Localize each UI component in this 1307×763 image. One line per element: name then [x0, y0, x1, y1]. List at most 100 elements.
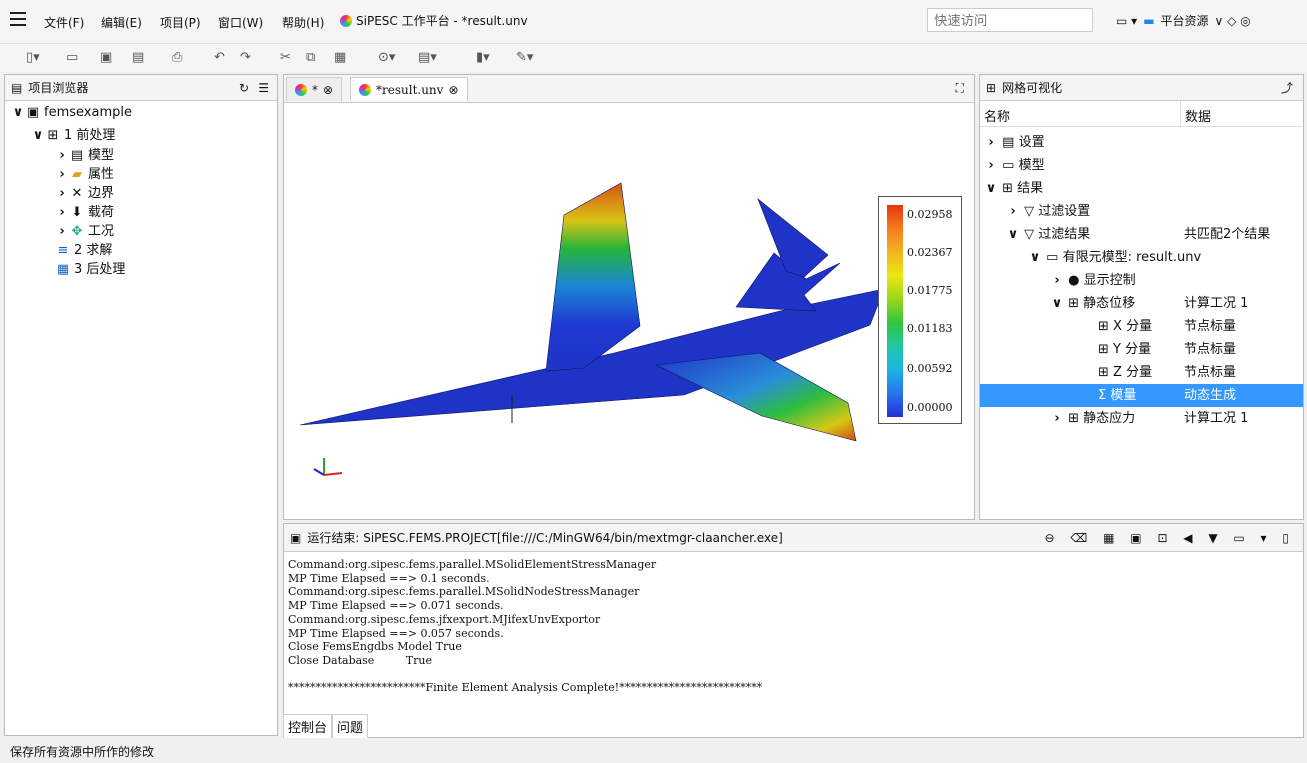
menu-file[interactable]: 文件(F) — [44, 14, 84, 31]
result-viewport[interactable] — [284, 103, 974, 519]
tree-row-model[interactable]: › ▭ 模型 — [980, 154, 1303, 177]
new-icon[interactable]: ▯▾ — [26, 50, 40, 65]
console-panel: ▣ 运行结束: SiPESC.FEMS.PROJECT[file:///C:/M… — [283, 523, 1304, 738]
axis-z — [313, 468, 325, 476]
left-wing — [545, 182, 641, 372]
app-title: SiPESC 工作平台 - *result.unv — [340, 12, 528, 29]
column-data-header[interactable]: 数据 — [1180, 101, 1215, 127]
tree-row-filter-results[interactable]: ∨ ▽ 过滤结果 共匹配2个结果 — [980, 223, 1303, 246]
legend-label: 0.02958 — [907, 208, 953, 221]
open-icon[interactable]: ▭ — [66, 50, 78, 65]
tab-console[interactable]: 控制台 — [283, 714, 333, 739]
menu-project[interactable]: 项目(P) — [160, 14, 201, 31]
color-legend: 0.02958 0.02367 0.01775 0.01183 0.00592 … — [878, 196, 962, 424]
tree-item-solve[interactable]: ≡ 2 求解 — [55, 239, 113, 258]
mesh-viz-header: ⊞ 网格可视化 ⤴ — [980, 75, 1303, 101]
status-text: 保存所有资源中所作的修改 — [10, 745, 155, 759]
mesh-viz-columns: 名称 数据 — [980, 101, 1303, 127]
undo-icon[interactable]: ↶ — [214, 50, 225, 65]
project-browser-icon: ▤ — [11, 80, 23, 95]
right-wing — [654, 352, 857, 442]
collapse-all-icon[interactable]: ☰ — [258, 81, 269, 95]
list-icon: ≡ — [57, 243, 69, 258]
paste-icon[interactable]: ▦ — [334, 50, 346, 65]
boundary-icon: ✕ — [71, 186, 83, 201]
tree-item-load[interactable]: › ⬇ 载荷 — [55, 201, 114, 220]
tree-item-case[interactable]: › ✥ 工况 — [55, 220, 114, 239]
console-output: Command:org.sipesc.fems.parallel.MSolidE… — [288, 558, 763, 695]
perspective-switcher[interactable]: ▭ ▾ ▬ 平台资源 ∨ ◇ ◎ — [1116, 12, 1251, 29]
app-title-text: SiPESC 工作平台 - *result.unv — [356, 14, 528, 28]
tab-problems[interactable]: 问题 — [332, 714, 369, 739]
sync-icon[interactable]: ↻ — [239, 81, 249, 95]
console-toolbar-icons[interactable]: ⊖ ⌫ ▦ ▣ ⊡ ◀ ▼ ▭ ▾ ▯ — [1044, 531, 1295, 545]
run-icon[interactable]: ⊙▾ — [378, 50, 395, 65]
perspective-label[interactable]: 平台资源 — [1161, 12, 1209, 29]
project-icon: ▣ — [26, 105, 40, 120]
tree-row-static-stress[interactable]: › ⊞ 静态应力 计算工况 1 — [980, 407, 1303, 430]
editor-panel: * ⊗ *result.unv ⊗ ⛶ — [283, 74, 975, 520]
tree-item-root[interactable]: ∨ ▣ femsexample — [11, 105, 132, 120]
project-browser-header: ▤ 项目浏览器 ↻ ☰ — [5, 75, 277, 101]
close-icon[interactable]: ⊗ — [448, 83, 458, 97]
folder-icon: ▬ — [1143, 13, 1155, 28]
tree-row-x-component[interactable]: ⊞ X 分量 节点标量 — [980, 315, 1303, 338]
tree-row-magnitude[interactable]: Σ 模量 动态生成 — [980, 384, 1303, 407]
project-browser-title: 项目浏览器 — [28, 81, 89, 95]
tree-row-settings[interactable]: › ▤ 设置 — [980, 131, 1303, 154]
print-icon[interactable]: ⎙ — [172, 50, 182, 65]
tree-item-pre[interactable]: ∨ ⊞ 1 前处理 — [31, 124, 116, 143]
console-header: ▣ 运行结束: SiPESC.FEMS.PROJECT[file:///C:/M… — [284, 524, 1303, 552]
legend-label: 0.01183 — [907, 322, 953, 335]
hamburger-menu-icon[interactable] — [10, 12, 26, 26]
tree-item-boundary[interactable]: › ✕ 边界 — [55, 182, 114, 201]
mesh-viz-icon: ⊞ — [986, 80, 997, 95]
tree-row-static-displacement[interactable]: ∨ ⊞ 静态位移 计算工况 1 — [980, 292, 1303, 315]
tree-item-post[interactable]: ▦ 3 后处理 — [55, 258, 126, 277]
cut-icon[interactable]: ✂ — [280, 50, 291, 65]
toolbar: ▯▾ ▭ ▣ ▤ ⎙ ↶ ↷ ✂ ⧉ ▦ ⊙▾ ▤▾ ▮▾ ✎▾ — [0, 44, 1307, 72]
doc-icon[interactable]: ▮▾ — [476, 50, 490, 65]
tree-item-model[interactable]: › ▤ 模型 — [55, 144, 114, 163]
menu-edit[interactable]: 编辑(E) — [101, 14, 142, 31]
redo-icon[interactable]: ↷ — [240, 50, 251, 65]
quick-access-input[interactable] — [927, 8, 1093, 32]
tree-row-display-control[interactable]: › ● 显示控制 — [980, 269, 1303, 292]
app-logo-icon — [340, 14, 352, 27]
close-icon[interactable]: ⊗ — [323, 83, 333, 97]
legend-colorbar — [887, 205, 903, 417]
console-icon: ▣ — [290, 530, 302, 545]
tree-item-property[interactable]: › ▰ 属性 — [55, 163, 114, 182]
tree-row-fem-model[interactable]: ∨ ▭ 有限元模型: result.unv — [980, 246, 1303, 269]
tree-row-y-component[interactable]: ⊞ Y 分量 节点标量 — [980, 338, 1303, 361]
chevron-down-icon[interactable]: ∨ ◇ ◎ — [1215, 14, 1251, 28]
column-name-header[interactable]: 名称 — [984, 106, 1010, 125]
save-icon[interactable]: ▣ — [100, 50, 112, 65]
legend-label: 0.02367 — [907, 246, 953, 259]
menu-window[interactable]: 窗口(W) — [218, 14, 263, 31]
mesh-icon: ⊞ — [47, 128, 59, 143]
console-tabs: 控制台 问题 — [283, 714, 369, 739]
tree-row-filter-settings[interactable]: › ▽ 过滤设置 — [980, 200, 1303, 223]
axis-x — [323, 472, 343, 476]
view-icon[interactable]: ▤▾ — [418, 50, 437, 65]
maximize-icon[interactable]: ⛶ — [956, 81, 964, 96]
project-browser-panel: ▤ 项目浏览器 ↻ ☰ ∨ ▣ femsexample ∨ ⊞ 1 前处理 › ▤ 模型 ›… — [4, 74, 278, 736]
property-icon: ▰ — [72, 167, 82, 182]
model-icon: ▤ — [70, 148, 84, 163]
pin-icon[interactable]: ⤴ — [1281, 79, 1293, 96]
case-icon: ✥ — [71, 224, 83, 239]
post-icon: ▦ — [56, 262, 70, 277]
load-arrow-icon: ⬇ — [71, 205, 83, 220]
tab-result[interactable]: *result.unv ⊗ — [350, 77, 468, 101]
menu-bar: 文件(F) 编辑(E) 项目(P) 窗口(W) 帮助(H) SiPESC 工作平… — [0, 0, 1307, 44]
tree-row-results[interactable]: ∨ ⊞ 结果 — [980, 177, 1303, 200]
tab-unnamed[interactable]: * ⊗ — [286, 77, 343, 101]
copy-icon[interactable]: ⧉ — [306, 50, 315, 65]
legend-label: 0.00000 — [907, 401, 953, 414]
tool-icon[interactable]: ✎▾ — [516, 50, 533, 65]
menu-help[interactable]: 帮助(H) — [282, 14, 324, 31]
window-icon[interactable]: ▭ ▾ — [1116, 14, 1137, 28]
save-all-icon[interactable]: ▤ — [132, 50, 144, 65]
tree-row-z-component[interactable]: ⊞ Z 分量 节点标量 — [980, 361, 1303, 384]
